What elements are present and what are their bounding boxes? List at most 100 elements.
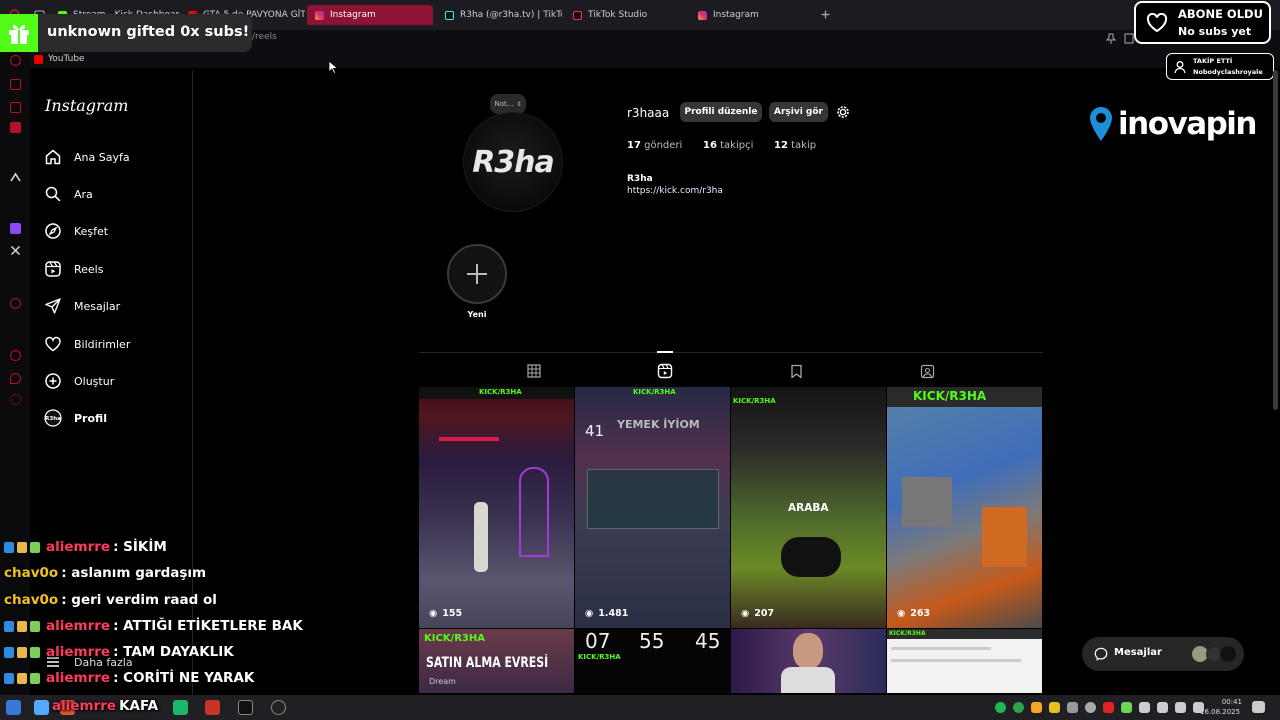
badge-icon <box>17 620 27 632</box>
twitch-icon[interactable] <box>10 223 21 234</box>
nav-home[interactable]: Ana Sayfa <box>44 142 130 172</box>
reel-tile[interactable]: KICK/R3HA <box>887 629 1042 693</box>
app-icon[interactable] <box>34 700 49 715</box>
app-icon[interactable] <box>173 700 188 715</box>
reel-overlay-text: KICK/R3HA <box>424 633 485 644</box>
tray-icon[interactable] <box>1031 702 1042 713</box>
reel-views: ◉ 1.481 <box>585 608 629 619</box>
volume-icon[interactable] <box>1175 702 1186 713</box>
tab-instagram[interactable]: Instagram <box>690 5 815 25</box>
active-tab-indicator <box>657 351 673 353</box>
bookmark-youtube[interactable]: YouTube <box>34 54 85 64</box>
nav-create[interactable]: Oluştur <box>44 366 114 396</box>
vpn-icon[interactable] <box>10 298 21 309</box>
tray-icon[interactable] <box>1049 702 1060 713</box>
obs-icon[interactable] <box>271 700 286 715</box>
new-tab-plus-icon[interactable] <box>820 9 831 20</box>
tab-reels-icon[interactable] <box>657 363 673 379</box>
badge-icon <box>30 646 40 658</box>
nav-explore[interactable]: Keşfet <box>44 216 108 246</box>
settings-gear-icon[interactable] <box>835 104 851 120</box>
capcut-icon[interactable] <box>238 700 253 715</box>
nav-notifications[interactable]: Bildirimler <box>44 329 130 359</box>
x-icon[interactable] <box>10 245 21 256</box>
player-icon[interactable] <box>10 122 21 133</box>
eye-icon: ◉ <box>897 608 906 619</box>
location-pin-icon <box>1088 105 1114 143</box>
tab-saved-bookmark-icon[interactable] <box>790 364 803 379</box>
tab-instagram-active[interactable]: Instagram <box>307 5 433 25</box>
chat-message: aliemrre: SİKİM <box>4 539 167 555</box>
reel-views: ◉ 155 <box>429 608 463 619</box>
badge-icon <box>17 541 27 553</box>
reel-tile[interactable]: KICK/R3HA ARABA ◉ 207 <box>731 387 886 628</box>
tray-icon[interactable] <box>1085 702 1096 713</box>
profile-username: r3haaa <box>627 106 670 120</box>
messages-float-button[interactable]: Mesajlar <box>1082 637 1244 671</box>
chat-bubble-icon[interactable] <box>10 373 21 384</box>
nav-profile[interactable]: R3ha Profil <box>44 403 107 433</box>
new-highlight-button[interactable] <box>447 244 507 304</box>
tray-icon[interactable] <box>1067 702 1078 713</box>
windows-taskbar: aliemrre KAFA 00:41 16.08.2025 <box>0 695 1280 720</box>
following-stat[interactable]: 12 takip <box>774 140 816 151</box>
neon-arch <box>519 467 549 557</box>
pin-icon[interactable] <box>1106 33 1116 45</box>
badge-icon <box>4 620 14 632</box>
reel-overlay-text: KICK/R3HA <box>733 397 776 405</box>
snapshot-icon[interactable] <box>1124 33 1134 44</box>
clock-time[interactable]: 00:41 <box>1210 698 1242 706</box>
nav-search[interactable]: Ara <box>44 179 93 209</box>
tab-posts-grid-icon[interactable] <box>527 364 541 378</box>
reel-tile[interactable]: KICK/R3HA YEMEK İYİOM 41 ◉ 1.481 <box>575 387 730 628</box>
streamer-face <box>793 633 823 669</box>
aria-icon[interactable] <box>10 172 21 183</box>
avatar <box>1220 646 1236 662</box>
reel-tile[interactable]: 07 55 45 KICK/R3HA <box>575 629 730 693</box>
reel-tile[interactable]: KICK/R3HA ◉ 155 <box>419 387 574 628</box>
followers-stat[interactable]: 16 takipçi <box>703 140 753 151</box>
wallet-icon[interactable] <box>10 102 21 113</box>
reel-tile[interactable]: KICK/R3HA ◉ 263 <box>887 387 1042 628</box>
start-icon[interactable] <box>6 700 21 715</box>
clock-icon[interactable] <box>10 350 21 361</box>
tray-icon[interactable] <box>1121 702 1132 713</box>
edit-profile-button[interactable]: Profili düzenle <box>680 102 762 122</box>
reel-overlay-text: KICK/R3HA <box>889 630 926 637</box>
profile-link[interactable]: https://kick.com/r3ha <box>627 186 723 196</box>
clock-date[interactable]: 16.08.2025 <box>1200 708 1240 716</box>
notification-icon[interactable] <box>1252 701 1265 713</box>
address-url-text[interactable]: /reels <box>252 32 277 42</box>
streamer-shirt <box>781 667 835 693</box>
profile-avatar[interactable]: R3ha <box>463 112 563 212</box>
profile-note-bubble[interactable]: Not... ⇕ <box>490 94 526 114</box>
page-scrollbar[interactable] <box>1273 70 1278 410</box>
network-icon[interactable] <box>1157 702 1168 713</box>
settings-icon[interactable] <box>10 394 21 405</box>
reel-timer-text: 45 <box>695 629 721 653</box>
reel-tile[interactable] <box>731 629 886 693</box>
badge-icon <box>4 672 14 684</box>
compass-icon <box>44 222 62 240</box>
instagram-favicon-icon <box>315 10 324 20</box>
tray-icon[interactable] <box>1103 702 1114 713</box>
tray-icon[interactable] <box>1013 702 1024 713</box>
subscriber-alert: ABONE OLDU No subs yet <box>1134 1 1271 44</box>
tab-tiktok-profile[interactable]: R3ha (@r3ha.tv) | TikTok <box>437 5 562 25</box>
view-archive-button[interactable]: Arşivi gör <box>769 102 828 122</box>
messenger-icon[interactable] <box>10 79 21 90</box>
nav-messages[interactable]: Mesajlar <box>44 291 120 321</box>
nav-reels[interactable]: Reels <box>44 254 103 284</box>
tab-tiktok-studio[interactable]: TikTok Studio <box>565 5 690 25</box>
dark-blur-shape <box>781 537 841 577</box>
microphone-icon[interactable] <box>1139 702 1150 713</box>
spotify-icon[interactable] <box>995 702 1006 713</box>
user-add-icon <box>1174 60 1188 74</box>
tab-tagged-icon[interactable] <box>920 364 935 379</box>
history-icon[interactable] <box>10 55 21 66</box>
reel-tile[interactable]: KICK/R3HA SATIN ALMA EVRESİ Dream <box>419 629 574 693</box>
heart-icon <box>44 335 62 353</box>
eye-icon: ◉ <box>585 608 594 619</box>
winrar-icon[interactable] <box>205 700 220 715</box>
instagram-logo[interactable]: Instagram <box>45 96 128 115</box>
